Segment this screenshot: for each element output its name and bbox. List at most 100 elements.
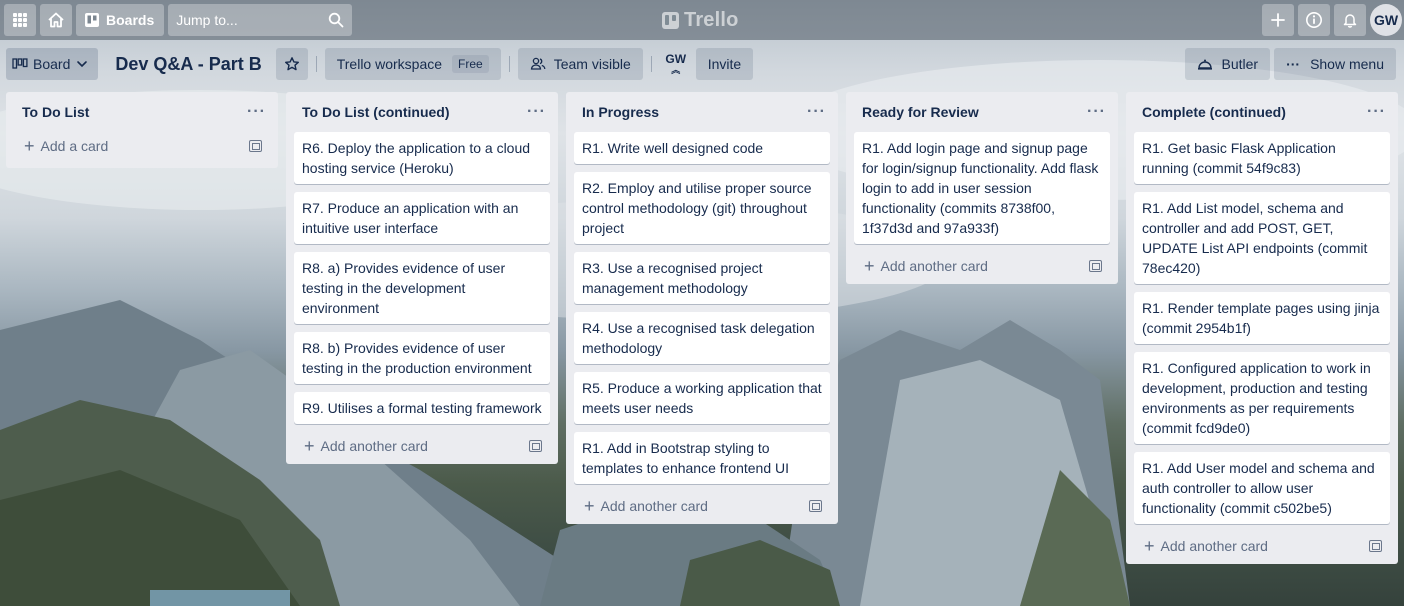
card[interactable]: R4. Use a recognised task delegation met… xyxy=(574,312,830,364)
card[interactable]: R5. Produce a working application that m… xyxy=(574,372,830,424)
add-card-button[interactable]: + Add another card xyxy=(294,428,550,464)
card[interactable]: R3. Use a recognised project management … xyxy=(574,252,830,304)
card-title: R3. Use a recognised project management … xyxy=(582,260,763,296)
jump-to-search[interactable] xyxy=(168,4,353,36)
card[interactable]: R1. Add List model, schema and controlle… xyxy=(1134,192,1390,284)
workspace-button[interactable]: Trello workspace Free xyxy=(324,48,501,80)
card-template-icon[interactable] xyxy=(1089,260,1102,272)
add-card-label: Add another card xyxy=(1160,538,1268,554)
notifications-button[interactable] xyxy=(1334,4,1366,36)
visibility-label: Team visible xyxy=(553,56,631,72)
list-menu-icon[interactable]: ··· xyxy=(247,103,270,121)
card[interactable]: R1. Write well designed code xyxy=(574,132,830,164)
home-icon xyxy=(48,12,64,28)
board-icon xyxy=(85,13,99,27)
team-icon xyxy=(530,57,546,70)
trello-logo[interactable]: Trello xyxy=(662,8,739,32)
card[interactable]: R1. Add User model and schema and auth c… xyxy=(1134,452,1390,524)
info-icon xyxy=(1306,12,1322,28)
list-menu-icon[interactable]: ··· xyxy=(1087,103,1110,121)
card[interactable]: R1. Render template pages using jinja (c… xyxy=(1134,292,1390,344)
list-header[interactable]: Ready for Review ··· xyxy=(854,92,1110,132)
star-board-button[interactable] xyxy=(275,48,308,80)
add-card-label: Add another card xyxy=(880,258,988,274)
divider xyxy=(315,56,317,72)
home-button[interactable] xyxy=(40,4,72,36)
card-title: R1. Get basic Flask Application running … xyxy=(1142,140,1336,176)
card-title: R5. Produce a working application that m… xyxy=(582,380,822,416)
trello-logo-text: Trello xyxy=(684,8,739,31)
boards-button[interactable]: Boards xyxy=(76,4,165,36)
list-title[interactable]: In Progress xyxy=(582,104,659,120)
visibility-button[interactable]: Team visible xyxy=(517,48,643,80)
card[interactable]: R6. Deploy the application to a cloud ho… xyxy=(294,132,550,184)
card-title: R2. Employ and utilise proper source con… xyxy=(582,180,812,236)
plus-icon: + xyxy=(864,256,875,276)
butler-button[interactable]: Butler xyxy=(1185,48,1271,80)
add-card-button[interactable]: + Add another card xyxy=(854,248,1110,284)
card[interactable]: R9. Utilises a formal testing framework xyxy=(294,392,550,424)
invite-button[interactable]: Invite xyxy=(695,48,754,80)
card-title: R4. Use a recognised task delegation met… xyxy=(582,320,815,356)
list-in-progress: In Progress ··· R1. Write well designed … xyxy=(566,92,838,524)
card[interactable]: R2. Employ and utilise proper source con… xyxy=(574,172,830,244)
add-card-button[interactable]: + Add another card xyxy=(574,488,830,524)
card-template-icon[interactable] xyxy=(809,500,822,512)
list-title[interactable]: Ready for Review xyxy=(862,104,979,120)
plus-icon: + xyxy=(584,496,595,516)
list-header[interactable]: To Do List (continued) ··· xyxy=(294,92,550,132)
list-title[interactable]: To Do List xyxy=(22,104,89,120)
card-title: R8. b) Provides evidence of user testing… xyxy=(302,340,532,376)
show-menu-button[interactable]: ··· Show menu xyxy=(1274,48,1396,80)
card[interactable]: R1. Add login page and signup page for l… xyxy=(854,132,1110,244)
card[interactable]: R7. Produce an application with an intui… xyxy=(294,192,550,244)
list-menu-icon[interactable]: ··· xyxy=(807,103,830,121)
card-template-icon[interactable] xyxy=(1369,540,1382,552)
add-card-left: + Add another card xyxy=(1144,537,1268,555)
list-title[interactable]: To Do List (continued) xyxy=(302,104,450,120)
add-card-label: Add a card xyxy=(40,138,109,154)
list-title[interactable]: Complete (continued) xyxy=(1142,104,1286,120)
show-menu-label: Show menu xyxy=(1310,56,1384,72)
create-button[interactable] xyxy=(1262,4,1294,36)
list-header[interactable]: In Progress ··· xyxy=(574,92,830,132)
card[interactable]: R1. Get basic Flask Application running … xyxy=(1134,132,1390,184)
add-card-left: + Add another card xyxy=(864,256,988,276)
card[interactable]: R8. b) Provides evidence of user testing… xyxy=(294,332,550,384)
workspace-label: Trello workspace xyxy=(336,56,443,72)
list-header[interactable]: To Do List ··· xyxy=(14,92,270,132)
add-card-button[interactable]: + Add a card xyxy=(14,128,270,164)
list-menu-icon[interactable]: ··· xyxy=(1367,103,1390,121)
list-header[interactable]: Complete (continued) ··· xyxy=(1134,92,1390,132)
board-member-avatar[interactable]: GW ︽ xyxy=(662,50,690,78)
butler-label: Butler xyxy=(1221,56,1259,72)
user-avatar[interactable]: GW xyxy=(1370,4,1402,36)
card[interactable]: R1. Add in Bootstrap styling to template… xyxy=(574,432,830,484)
list-menu-icon[interactable]: ··· xyxy=(527,103,550,121)
board-header-actions: Butler ··· Show menu xyxy=(1181,48,1396,80)
star-icon xyxy=(284,57,299,71)
card-template-icon[interactable] xyxy=(529,440,542,452)
card[interactable]: R1. Configured application to work in de… xyxy=(1134,352,1390,444)
card-template-icon[interactable] xyxy=(249,140,262,152)
apps-switcher-button[interactable] xyxy=(4,4,36,36)
board-header: Board Dev Q&A - Part B Trello workspace … xyxy=(0,40,1404,88)
invite-label: Invite xyxy=(707,56,742,72)
card[interactable]: R8. a) Provides evidence of user testing… xyxy=(294,252,550,324)
information-button[interactable] xyxy=(1298,4,1330,36)
search-input[interactable] xyxy=(176,12,317,28)
plus-icon: + xyxy=(304,436,315,456)
add-card-button[interactable]: + Add another card xyxy=(1134,528,1390,564)
list-ready-for-review: Ready for Review ··· R1. Add login page … xyxy=(846,92,1118,284)
card-title: R1. Add in Bootstrap styling to template… xyxy=(582,440,790,476)
workspace-plan-badge: Free xyxy=(452,55,489,73)
add-card-left: + Add another card xyxy=(304,436,428,456)
add-card-label: Add another card xyxy=(320,438,428,454)
plus-icon: + xyxy=(24,136,35,156)
board-view-switcher[interactable]: Board xyxy=(6,48,99,80)
board-view-label: Board xyxy=(33,56,71,72)
bell-icon xyxy=(1343,14,1357,28)
card-title: R1. Render template pages using jinja (c… xyxy=(1142,300,1380,336)
apps-grid-icon xyxy=(13,13,27,27)
board-title[interactable]: Dev Q&A - Part B xyxy=(115,54,261,75)
